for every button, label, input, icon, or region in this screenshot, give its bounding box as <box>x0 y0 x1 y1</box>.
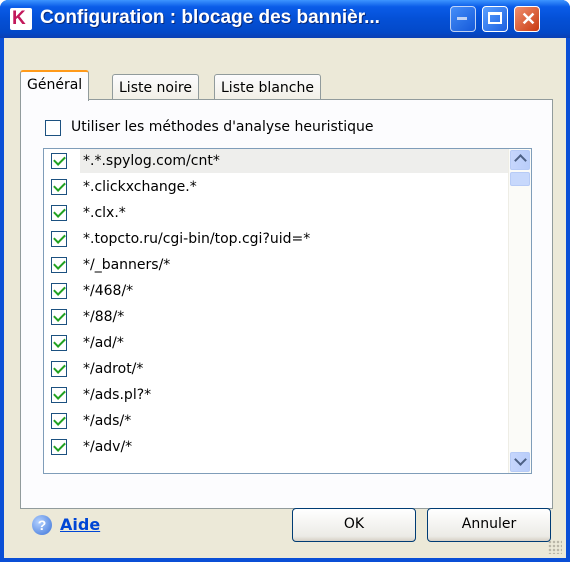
checkmark-icon <box>53 257 66 270</box>
rule-list-item[interactable]: */adrot/* <box>44 357 508 383</box>
rule-list-item[interactable]: *.topcto.ru/cgi-bin/top.cgi?uid=* <box>44 227 508 253</box>
heuristic-checkbox[interactable] <box>45 120 61 136</box>
rule-list-item[interactable]: */adv/* <box>44 435 508 461</box>
rule-checkbox[interactable] <box>51 335 67 351</box>
dialog-window: K Configuration : blocage des bannièr...… <box>0 0 570 562</box>
rule-checkbox[interactable] <box>51 413 67 429</box>
maximize-button[interactable] <box>482 6 508 32</box>
rule-pattern: */ads.pl?* <box>83 387 152 403</box>
tab-panel-general: Utiliser les méthodes d'analyse heuristi… <box>20 99 553 509</box>
rule-list-item[interactable]: */ads/* <box>44 409 508 435</box>
tab-whitelist-label: Liste blanche <box>221 80 314 96</box>
kaspersky-app-icon: K <box>10 8 32 30</box>
app-icon-letter: K <box>12 8 26 29</box>
rule-pattern: */ad/* <box>83 335 124 351</box>
help-icon: ? <box>32 515 52 535</box>
maximize-icon <box>488 12 502 24</box>
rule-checkbox[interactable] <box>51 257 67 273</box>
rule-checkbox[interactable] <box>51 231 67 247</box>
checkmark-icon <box>53 205 66 218</box>
rule-checkbox[interactable] <box>51 153 67 169</box>
tab-blacklist[interactable]: Liste noire <box>112 74 199 100</box>
heuristic-label: Utiliser les méthodes d'analyse heuristi… <box>71 119 374 135</box>
rule-pattern: */adrot/* <box>83 361 144 377</box>
checkmark-icon <box>53 309 66 322</box>
rule-list-item[interactable]: */_banners/* <box>44 253 508 279</box>
ok-button[interactable]: OK <box>292 508 416 542</box>
rule-list-item[interactable]: *.clickxchange.* <box>44 175 508 201</box>
checkmark-icon <box>53 361 66 374</box>
scroll-thumb[interactable] <box>510 172 530 186</box>
rule-pattern: */88/* <box>83 309 125 325</box>
minimize-button[interactable] <box>450 6 476 32</box>
tab-blacklist-label: Liste noire <box>119 80 192 96</box>
checkmark-icon <box>53 231 66 244</box>
minimize-icon <box>457 17 467 20</box>
scroll-up-button[interactable] <box>510 150 530 170</box>
tab-general-label: Général <box>27 77 83 93</box>
rule-pattern: */468/* <box>83 283 134 299</box>
close-icon: ✕ <box>521 9 537 29</box>
rule-pattern: */ads/* <box>83 413 132 429</box>
rule-pattern: *.clickxchange.* <box>83 179 197 195</box>
rule-pattern: *.*.spylog.com/cnt* <box>80 149 509 173</box>
checkmark-icon <box>53 335 66 348</box>
help-link[interactable]: Aide <box>60 515 100 534</box>
rule-checkbox[interactable] <box>51 439 67 455</box>
close-button[interactable]: ✕ <box>514 6 540 32</box>
rule-pattern: */adv/* <box>83 439 133 455</box>
rule-checkbox[interactable] <box>51 179 67 195</box>
checkmark-icon <box>53 387 66 400</box>
resize-grip-icon[interactable] <box>548 540 562 554</box>
rule-checkbox[interactable] <box>51 387 67 403</box>
rule-pattern: */_banners/* <box>83 257 171 273</box>
banner-rule-list[interactable]: *.*.spylog.com/cnt* *.clickxchange.* *.clx… <box>43 148 532 474</box>
rule-list-item[interactable]: */ads.pl?* <box>44 383 508 409</box>
window-title: Configuration : blocage des bannièr... <box>40 7 380 28</box>
tab-whitelist[interactable]: Liste blanche <box>214 74 321 100</box>
checkmark-icon <box>53 413 66 426</box>
cancel-button[interactable]: Annuler <box>427 508 551 542</box>
rule-list-item[interactable]: */468/* <box>44 279 508 305</box>
vertical-scrollbar[interactable] <box>508 149 531 473</box>
rule-checkbox[interactable] <box>51 309 67 325</box>
checkmark-icon <box>53 439 66 452</box>
rule-list-item[interactable]: *.*.spylog.com/cnt* <box>44 149 509 175</box>
dialog-client-area: Général Liste noire Liste blanche Utilis… <box>4 38 566 558</box>
title-bar[interactable]: K Configuration : blocage des bannièr...… <box>0 0 570 38</box>
checkmark-icon <box>53 153 66 166</box>
tab-general[interactable]: Général <box>20 70 90 101</box>
checkmark-icon <box>53 283 66 296</box>
rule-checkbox[interactable] <box>51 205 67 221</box>
chevron-up-icon <box>514 154 527 167</box>
rule-list-item[interactable]: */ad/* <box>44 331 508 357</box>
rule-pattern: *.topcto.ru/cgi-bin/top.cgi?uid=* <box>83 231 311 247</box>
rule-list-item[interactable]: */88/* <box>44 305 508 331</box>
rule-rows: *.*.spylog.com/cnt* *.clickxchange.* *.clx… <box>44 149 509 461</box>
rule-checkbox[interactable] <box>51 283 67 299</box>
chevron-down-icon <box>514 453 527 466</box>
checkmark-icon <box>53 179 66 192</box>
scroll-down-button[interactable] <box>510 452 530 472</box>
rule-checkbox[interactable] <box>51 361 67 377</box>
rule-pattern: *.clx.* <box>83 205 126 221</box>
rule-list-item[interactable]: *.clx.* <box>44 201 508 227</box>
